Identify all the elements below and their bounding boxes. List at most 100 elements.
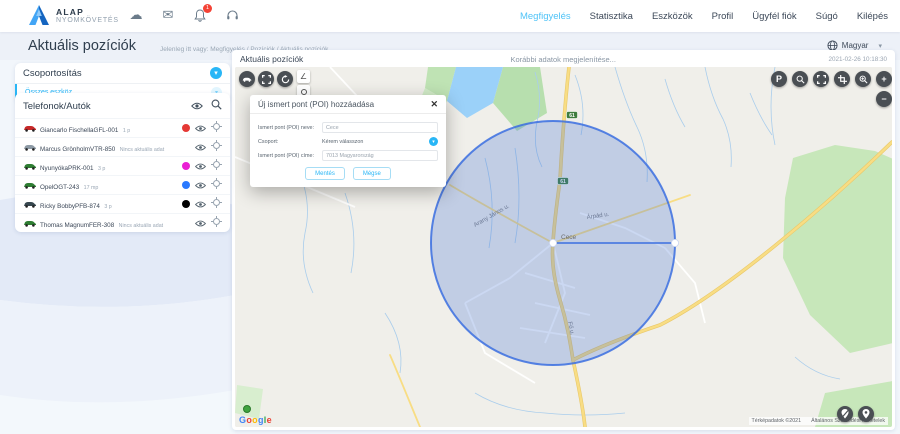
fullscreen-button[interactable] <box>813 71 829 87</box>
geofence-center-handle[interactable] <box>549 239 556 246</box>
device-status: 17 mp <box>84 185 99 191</box>
poi-address-label: Ismert pont (POI) címe: <box>258 153 322 159</box>
device-name: Marcus GrönholmVTR-850 <box>40 146 115 153</box>
route-shield: 61 <box>567 112 578 120</box>
device-status: 3 p <box>98 166 105 172</box>
main-nav: Megfigyelés Statisztika Eszközök Profil … <box>520 0 888 32</box>
nav-kilepes[interactable]: Kilépés <box>857 11 888 22</box>
zoom-in-button[interactable]: + <box>876 71 892 87</box>
attribution-copyright: Térképadatok ©2021 <box>752 418 802 424</box>
poi-group-label: Csoport: <box>258 139 322 145</box>
measure-angle-tool-button[interactable]: ∠ <box>297 70 310 83</box>
locate-crosshair-icon[interactable] <box>211 176 222 194</box>
car-icon <box>23 144 38 151</box>
devices-title: Telefonok/Autók <box>23 101 183 112</box>
hide-markers-button[interactable] <box>837 406 853 422</box>
device-name: Giancarlo FischellaGFL-001 <box>40 127 118 134</box>
logo-icon <box>28 4 50 27</box>
locate-crosshair-icon[interactable] <box>211 138 222 156</box>
nav-profil[interactable]: Profil <box>712 11 734 22</box>
history-link[interactable]: Korábbi adatok megjelenítése... <box>510 55 615 64</box>
device-row-pfb874[interactable]: Ricky BobbyPFB-874 3 p <box>15 194 230 213</box>
device-color-dot <box>182 162 190 170</box>
fit-bounds-button[interactable] <box>258 71 274 87</box>
poi-name-label: Ismert pont (POI) neve: <box>258 125 322 131</box>
refresh-button[interactable] <box>277 71 293 87</box>
poi-address-input[interactable] <box>322 150 438 161</box>
device-name: Ricky BobbyPFB-874 <box>40 203 100 210</box>
locate-crosshair-icon[interactable] <box>211 157 222 175</box>
locate-crosshair-icon[interactable] <box>211 119 222 137</box>
poi-group-select[interactable]: Kérem válasszon ▾ <box>322 137 438 146</box>
notifications-bell-icon[interactable]: 1 <box>192 7 208 23</box>
save-button[interactable]: Mentés <box>305 167 345 180</box>
device-row-ogt243[interactable]: OpelOGT-243 17 mp <box>15 175 230 194</box>
svg-text:61: 61 <box>569 113 575 119</box>
car-icon <box>23 125 38 132</box>
poi-button[interactable]: P <box>771 71 787 87</box>
modal-title: Új ismert pont (POI) hozzáadása <box>258 100 374 109</box>
car-icon <box>23 182 38 189</box>
mail-icon[interactable]: ✉ <box>160 7 176 23</box>
brand-name: ALAP <box>56 7 119 17</box>
nav-sugo[interactable]: Súgó <box>816 11 838 22</box>
device-row-prk001[interactable]: NyunyókaPRK-001 3 p <box>15 156 230 175</box>
visibility-eye-icon[interactable] <box>195 195 206 213</box>
device-status: 1 p <box>123 128 130 134</box>
show-markers-button[interactable] <box>858 406 874 422</box>
close-icon[interactable]: ✕ <box>430 100 438 109</box>
chevron-down-icon: ▾ <box>878 42 882 50</box>
nav-eszkozok[interactable]: Eszközök <box>652 11 693 22</box>
visibility-eye-icon[interactable] <box>195 176 206 194</box>
device-row-fer308[interactable]: Thomas MagnumFER-308 Nincs aktuális adat <box>15 213 230 232</box>
map-timestamp: 2021-02-26 10:18:30 <box>829 56 887 63</box>
device-color-dot <box>182 124 190 132</box>
page-title: Aktuális pozíciók <box>28 38 136 54</box>
app-root: ALAP NYOMKÖVETÉS ☁ ✉ 1 <box>0 0 900 434</box>
car-icon <box>23 220 38 227</box>
map-panel-title: Aktuális pozíciók <box>240 54 303 64</box>
brand-subtitle: NYOMKÖVETÉS <box>56 17 119 24</box>
group-dropdown-icon[interactable]: ▾ <box>429 137 438 146</box>
device-marker[interactable] <box>244 406 251 413</box>
grouping-title: Csoportosítás <box>23 68 82 79</box>
search-icon[interactable] <box>211 97 222 115</box>
circle-tool-icon <box>301 89 307 95</box>
visibility-eye-icon[interactable] <box>195 157 206 175</box>
poi-label: Cece <box>561 234 577 241</box>
header-icon-group: ☁ ✉ 1 <box>128 7 240 23</box>
zoom-area-button[interactable] <box>855 71 871 87</box>
device-name: OpelOGT-243 <box>40 184 79 191</box>
device-status: Nincs aktuális adat <box>119 223 163 229</box>
zoom-out-button[interactable]: − <box>876 91 892 107</box>
nav-ugyfel-fiok[interactable]: Ügyfél fiók <box>752 11 796 22</box>
visibility-eye-icon[interactable] <box>195 214 206 232</box>
device-row-gfl001[interactable]: Giancarlo FischellaGFL-001 1 p <box>15 118 230 137</box>
area-select-button[interactable] <box>834 71 850 87</box>
toggle-all-visibility-eye-icon[interactable] <box>191 97 203 115</box>
vehicle-view-button[interactable] <box>239 71 255 87</box>
device-status: Nincs aktuális adat <box>120 147 164 153</box>
search-map-button[interactable] <box>792 71 808 87</box>
geofence-radius-handle[interactable] <box>671 239 678 246</box>
car-icon <box>23 201 38 208</box>
device-name: NyunyókaPRK-001 <box>40 165 94 172</box>
poi-group-value: Kérem válasszon <box>322 139 429 145</box>
notification-badge: 1 <box>203 4 212 13</box>
locate-crosshair-icon[interactable] <box>211 214 222 232</box>
support-headset-icon[interactable] <box>224 7 240 23</box>
visibility-eye-icon[interactable] <box>195 138 206 156</box>
nav-megfigyeles[interactable]: Megfigyelés <box>520 11 571 22</box>
poi-name-input[interactable] <box>322 122 438 133</box>
brand-logo[interactable]: ALAP NYOMKÖVETÉS <box>28 4 119 27</box>
google-logo: Google <box>239 415 272 425</box>
cancel-button[interactable]: Mégse <box>353 167 391 180</box>
device-row-vtr850[interactable]: Marcus GrönholmVTR-850 Nincs aktuális ad… <box>15 137 230 156</box>
device-color-dot <box>182 181 190 189</box>
nav-statisztika[interactable]: Statisztika <box>590 11 633 22</box>
visibility-eye-icon[interactable] <box>195 119 206 137</box>
language-label: Magyar <box>842 41 869 50</box>
locate-crosshair-icon[interactable] <box>211 195 222 213</box>
grouping-collapse-button[interactable]: ▾ <box>210 67 222 79</box>
cloud-icon[interactable]: ☁ <box>128 7 144 23</box>
